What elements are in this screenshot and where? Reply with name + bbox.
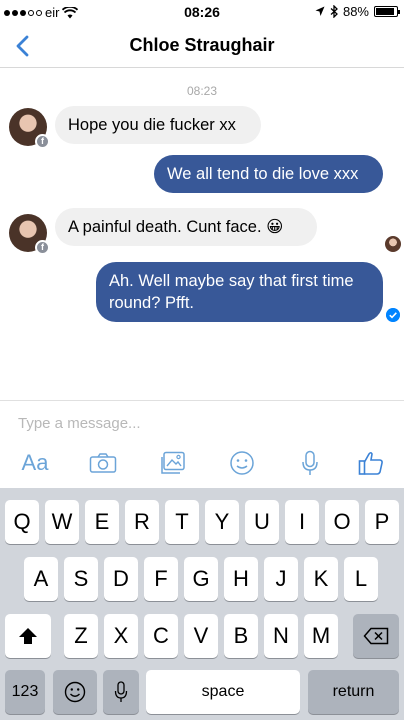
key-n[interactable]: N <box>264 614 298 658</box>
key-u[interactable]: U <box>245 500 279 544</box>
key-f[interactable]: F <box>144 557 178 601</box>
bluetooth-icon <box>330 5 338 18</box>
microphone-icon[interactable] <box>297 448 323 478</box>
space-key[interactable]: space <box>146 670 300 714</box>
camera-icon[interactable] <box>88 448 118 478</box>
location-icon <box>315 6 325 16</box>
key-r[interactable]: R <box>125 500 159 544</box>
emoji-icon[interactable] <box>227 448 257 478</box>
key-z[interactable]: Z <box>64 614 98 658</box>
emoji-key[interactable] <box>53 670 97 714</box>
key-a[interactable]: A <box>24 557 58 601</box>
gallery-icon[interactable] <box>158 448 188 478</box>
emoji-icon <box>64 681 86 703</box>
key-y[interactable]: Y <box>205 500 239 544</box>
key-q[interactable]: Q <box>5 500 39 544</box>
battery-level <box>376 8 394 15</box>
status-right: 88% <box>315 4 400 19</box>
message-bubble-incoming[interactable]: A painful death. Cunt face. 😀 <box>55 208 317 246</box>
conversation-title[interactable]: Chloe Straughair <box>0 35 404 56</box>
dictation-key[interactable] <box>103 670 139 714</box>
keyboard: Q W E R T Y U I O P A S D F G H J K L Z … <box>0 488 404 720</box>
read-receipt-avatar <box>385 236 401 252</box>
key-s[interactable]: S <box>64 557 98 601</box>
key-t[interactable]: T <box>165 500 199 544</box>
key-m[interactable]: M <box>304 614 338 658</box>
battery-icon <box>374 6 400 17</box>
key-e[interactable]: E <box>85 500 119 544</box>
key-v[interactable]: V <box>184 614 218 658</box>
return-key[interactable]: return <box>308 670 399 714</box>
like-icon[interactable] <box>356 448 386 478</box>
nav-bar: Chloe Straughair <box>0 24 404 68</box>
facebook-badge-icon: f <box>35 134 50 149</box>
key-c[interactable]: C <box>144 614 178 658</box>
shift-key[interactable] <box>5 614 51 658</box>
facebook-badge-icon: f <box>35 240 50 255</box>
composer-divider <box>0 400 404 401</box>
key-k[interactable]: K <box>304 557 338 601</box>
key-w[interactable]: W <box>45 500 79 544</box>
key-x[interactable]: X <box>104 614 138 658</box>
shift-icon <box>19 628 37 644</box>
contact-avatar[interactable]: f <box>9 214 50 255</box>
battery-percent: 88% <box>342 4 369 19</box>
key-p[interactable]: P <box>365 500 399 544</box>
delete-key[interactable] <box>353 614 399 658</box>
key-j[interactable]: J <box>264 557 298 601</box>
contact-avatar[interactable]: f <box>9 108 50 149</box>
microphone-icon <box>114 681 128 702</box>
message-bubble-outgoing[interactable]: We all tend to die love xxx <box>154 155 383 193</box>
backspace-icon <box>363 627 389 645</box>
text-style-icon[interactable]: Aa <box>18 448 52 478</box>
key-o[interactable]: O <box>325 500 359 544</box>
numbers-key[interactable]: 123 <box>5 670 45 714</box>
message-bubble-incoming[interactable]: Hope you die fucker xx <box>55 106 261 144</box>
delivered-check-icon <box>386 308 400 322</box>
status-bar: eir 08:26 88% <box>0 0 404 24</box>
key-d[interactable]: D <box>104 557 138 601</box>
key-g[interactable]: G <box>184 557 218 601</box>
key-l[interactable]: L <box>344 557 378 601</box>
key-h[interactable]: H <box>224 557 258 601</box>
key-i[interactable]: I <box>285 500 319 544</box>
message-input[interactable] <box>18 412 388 434</box>
message-timestamp: 08:23 <box>186 84 218 98</box>
key-b[interactable]: B <box>224 614 258 658</box>
message-bubble-outgoing[interactable]: Ah. Well maybe say that first time round… <box>96 262 383 322</box>
